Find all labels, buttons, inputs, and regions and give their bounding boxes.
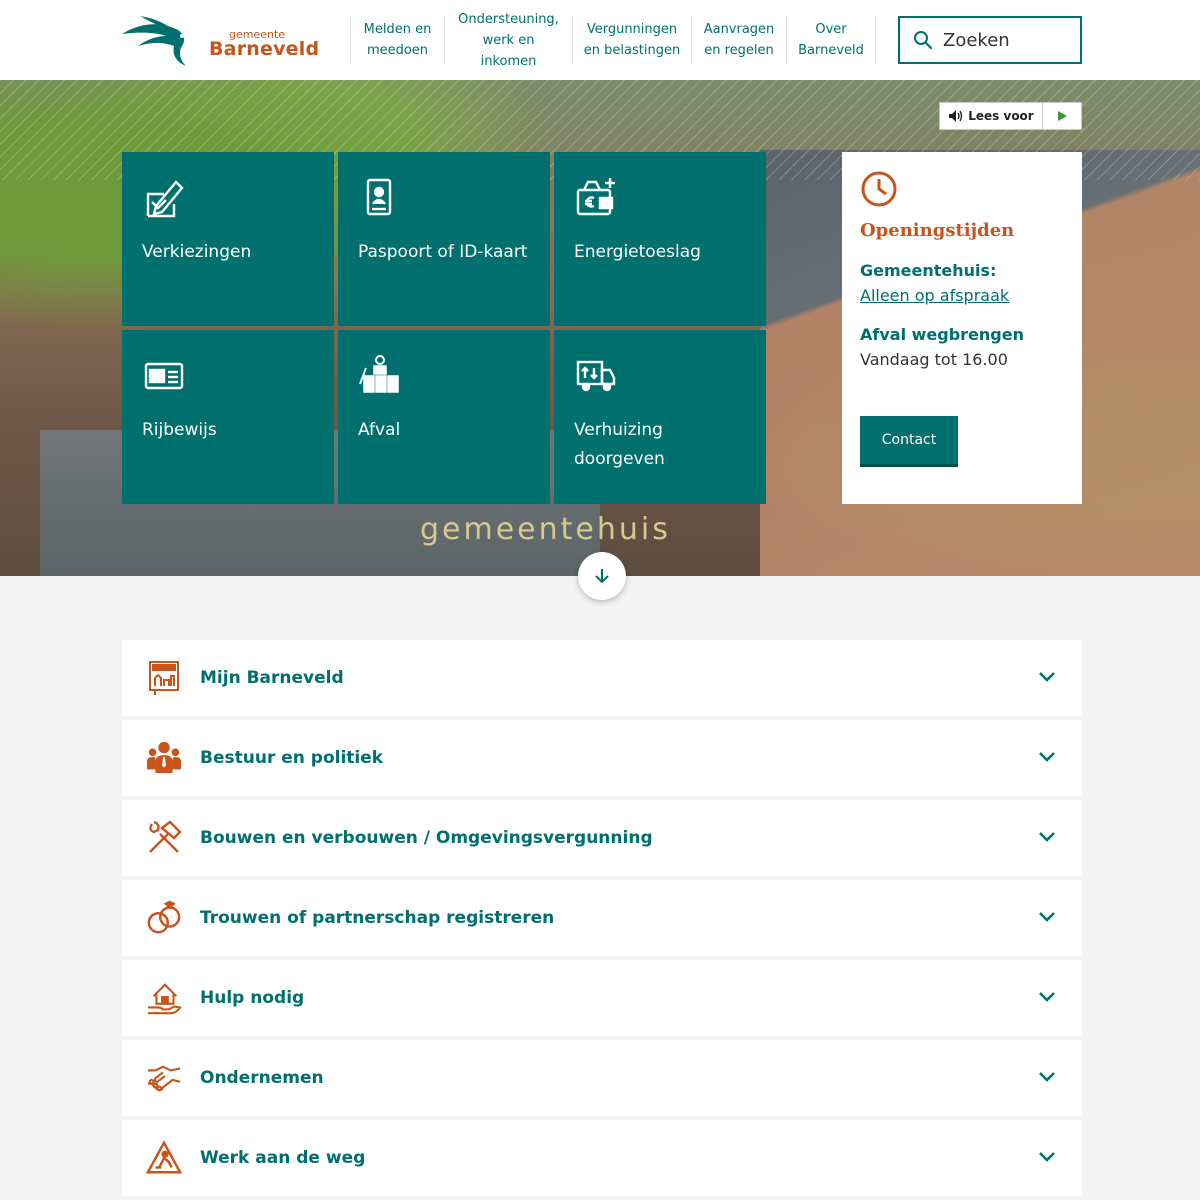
nav-vergunningen-belastingen[interactable]: Vergunningen en belastingen: [572, 16, 691, 64]
tile-verkiezingen[interactable]: Verkiezingen: [122, 152, 334, 326]
waste-heading: Afval wegbrengen: [860, 325, 1024, 344]
people-group-icon: [146, 741, 182, 774]
search-box[interactable]: [898, 16, 1082, 64]
nav-label-line2: meedoen: [366, 43, 429, 58]
town-hall-heading: Gemeentehuis:: [860, 261, 997, 280]
road-works-icon: [146, 1140, 182, 1174]
welcome-sign-icon: [149, 661, 179, 695]
nav-label-line2: en belastingen: [583, 43, 681, 58]
accordion-werk-aan-de-weg[interactable]: Werk aan de weg: [122, 1120, 1082, 1196]
passport-icon: [366, 178, 392, 216]
accordion-trouwen-partnerschap[interactable]: Trouwen of partnerschap registreren: [122, 880, 1082, 956]
accordion-label: Mijn Barneveld: [200, 668, 344, 688]
rings-icon: [147, 900, 181, 934]
tile-label: Verkiezingen: [142, 242, 252, 262]
clock-icon: [861, 171, 897, 207]
tile-label: Verhuizing doorgeven: [574, 420, 665, 469]
arrow-down-icon: [595, 569, 609, 584]
opening-hours-panel: Openingstijden Gemeentehuis: Alleen op a…: [842, 152, 1082, 504]
site-logo[interactable]: gemeente Barneveld: [120, 12, 320, 68]
accordion-mijn-barneveld[interactable]: Mijn Barneveld: [122, 640, 1082, 716]
nav-label-line1: Melden en: [363, 22, 432, 37]
handshake-icon: [147, 1065, 181, 1092]
accordion-label: Hulp nodig: [200, 988, 305, 1008]
house-hand-icon: [147, 983, 182, 1015]
building-lettering: gemeentehuis: [420, 512, 671, 547]
waste-bins-icon: [359, 355, 399, 393]
search-input[interactable]: [943, 29, 1063, 51]
nav-over-barneveld[interactable]: Over Barneveld: [786, 16, 876, 64]
read-aloud-label: Lees voor: [968, 109, 1034, 123]
nav-label-line2: Barneveld: [798, 43, 864, 58]
chevron-down-icon: [1039, 832, 1055, 842]
logo-title: Barneveld: [209, 38, 320, 60]
opening-hours-title: Openingstijden: [860, 220, 1015, 241]
accordion-label: Bestuur en politiek: [200, 748, 384, 768]
tile-afval[interactable]: Afval: [338, 330, 550, 504]
nav-melden-en-meedoen[interactable]: Melden en meedoen: [350, 16, 444, 64]
appointment-link[interactable]: Alleen op afspraak: [860, 286, 1064, 305]
chevron-down-icon: [1039, 672, 1055, 682]
contact-button[interactable]: Contact: [860, 416, 958, 464]
tile-paspoort-id-kaart[interactable]: Paspoort of ID-kaart: [338, 152, 550, 326]
waste-hours-text: Vandaag tot 16.00: [860, 350, 1008, 369]
chevron-down-icon: [1039, 752, 1055, 762]
accordion-ondernemen[interactable]: Ondernemen: [122, 1040, 1082, 1116]
quick-tiles: Verkiezingen Paspoort of ID-kaart Energi…: [122, 152, 766, 504]
accordion-hulp-nodig[interactable]: Hulp nodig: [122, 960, 1082, 1036]
accordion-label: Trouwen of partnerschap registreren: [200, 908, 555, 928]
play-icon: [1058, 111, 1067, 121]
nav-label-line1: Over: [815, 22, 847, 37]
site-header: gemeente Barneveld Melden en meedoen Onde…: [0, 0, 1200, 80]
accordion-bestuur-en-politiek[interactable]: Bestuur en politiek: [122, 720, 1082, 796]
speaker-icon: [949, 110, 963, 122]
pencil-ballot-icon: [146, 180, 184, 218]
driving-license-icon: [144, 362, 184, 390]
tile-label: Paspoort of ID-kaart: [358, 242, 528, 262]
bird-logo-icon: [122, 16, 186, 66]
play-button[interactable]: [1043, 103, 1081, 129]
nav-label-line2: en regelen: [704, 43, 774, 58]
accordion-label: Bouwen en verbouwen / Omgevingsvergunnin…: [200, 828, 653, 848]
nav-label-line1: Aanvragen: [703, 22, 775, 37]
nav-label-line2: werk en inkomen: [480, 32, 537, 69]
accordion-bouwen-verbouwen[interactable]: Bouwen en verbouwen / Omgevingsvergunnin…: [122, 800, 1082, 876]
tile-verhuizing-doorgeven[interactable]: Verhuizing doorgeven: [554, 330, 766, 504]
nav-label-line1: Vergunningen: [586, 22, 678, 37]
chevron-down-icon: [1039, 912, 1055, 922]
chevron-down-icon: [1039, 1152, 1055, 1162]
nav-label-line1: Ondersteuning,: [458, 11, 559, 27]
euro-wallet-icon: [576, 178, 615, 216]
nav-aanvragen-regelen[interactable]: Aanvragen en regelen: [691, 16, 786, 64]
read-aloud-button[interactable]: Lees voor: [940, 103, 1043, 129]
read-aloud-widget: Lees voor: [939, 102, 1082, 130]
accordion-label: Werk aan de weg: [200, 1148, 366, 1168]
tile-energietoeslag[interactable]: Energietoeslag: [554, 152, 766, 326]
accordion-label: Ondernemen: [200, 1068, 324, 1088]
hammer-wrench-icon: [149, 820, 182, 853]
tile-rijbewijs[interactable]: Rijbewijs: [122, 330, 334, 504]
moving-truck-icon: [576, 360, 616, 392]
tile-label: Rijbewijs: [142, 420, 217, 440]
main-navigation: Melden en meedoen Ondersteuning, werk en i…: [350, 12, 876, 69]
search-icon[interactable]: [913, 30, 933, 50]
tile-label: Energietoeslag: [574, 242, 701, 262]
scroll-down-button[interactable]: [578, 552, 626, 600]
tile-label: Afval: [358, 420, 401, 440]
topics-accordion: Mijn Barneveld Bestuur en politiek Bouwe…: [122, 640, 1082, 1200]
chevron-down-icon: [1039, 1072, 1055, 1082]
chevron-down-icon: [1039, 992, 1055, 1002]
nav-ondersteuning-werk-inkomen[interactable]: Ondersteuning, werk en inkomen: [444, 12, 572, 69]
